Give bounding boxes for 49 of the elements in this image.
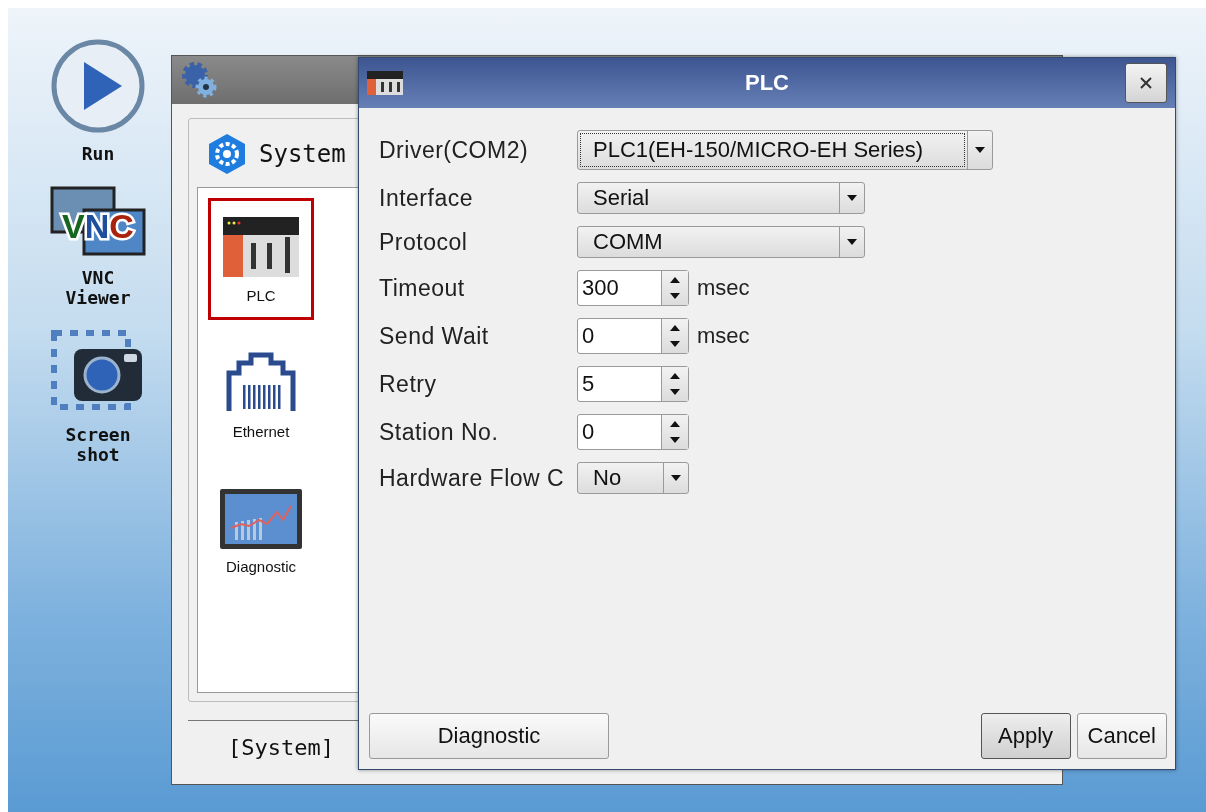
close-icon <box>1138 75 1154 91</box>
play-icon[interactable] <box>50 38 146 134</box>
spin-up-icon[interactable] <box>669 372 681 379</box>
field-label: Driver(COM2) <box>379 136 530 164</box>
close-button[interactable] <box>1125 63 1167 103</box>
caret-icon <box>670 474 682 482</box>
spin-up-icon[interactable] <box>669 276 681 283</box>
menu-tile[interactable]: PLC <box>208 198 314 320</box>
spin-field[interactable]: 0 <box>577 414 689 450</box>
unit-label: msec <box>697 275 750 301</box>
spin-field[interactable]: 0 <box>577 318 689 354</box>
shortcut-label: Screen shot <box>64 425 132 465</box>
unit-label: msec <box>697 323 750 349</box>
field-label: Hardware Flow C <box>379 464 566 492</box>
field-label: Retry <box>379 370 438 398</box>
spin-down-icon <box>669 437 681 444</box>
dialog-button[interactable]: Cancel <box>1076 713 1167 759</box>
footer-label: [System] <box>228 735 334 760</box>
menu-tile[interactable]: Ethernet <box>208 334 314 456</box>
spin-up-icon[interactable] <box>669 324 681 331</box>
caret-icon <box>846 194 858 202</box>
plc-icon <box>367 71 403 95</box>
spin-up-icon[interactable] <box>669 420 681 427</box>
field-label: Send Wait <box>379 322 490 350</box>
spin-down-icon <box>669 293 681 300</box>
plc-icon <box>221 214 301 279</box>
caret-icon <box>974 146 986 154</box>
shortcut-label: VNC Viewer <box>64 267 132 308</box>
field-label: Interface <box>379 184 474 212</box>
shortcut-label: Run <box>80 144 116 164</box>
monitor-chart-icon <box>219 487 303 550</box>
dropdown[interactable]: Serial <box>577 182 865 214</box>
dropdown[interactable]: COMM <box>577 226 865 258</box>
section-title: System <box>259 140 346 168</box>
spin-down-icon <box>669 389 681 396</box>
caret-icon <box>846 238 858 246</box>
diagnostic-button[interactable]: Diagnostic <box>369 713 609 759</box>
spin-field[interactable]: 5 <box>577 366 689 402</box>
dropdown[interactable]: PLC1(EH-150/MICRO-EH Series) <box>577 130 993 170</box>
spin-down-icon <box>669 341 681 348</box>
dropdown[interactable]: No <box>577 462 689 494</box>
menu-tile[interactable]: Diagnostic <box>208 470 314 592</box>
field-label: Protocol <box>379 228 469 256</box>
gear-icon <box>207 133 247 175</box>
spin-field[interactable]: 300 <box>577 270 689 306</box>
field-label: Station No. <box>379 418 500 446</box>
dialog-title: PLC <box>745 70 789 96</box>
dialog-button[interactable]: Apply <box>980 713 1071 759</box>
field-label: Timeout <box>379 274 466 302</box>
